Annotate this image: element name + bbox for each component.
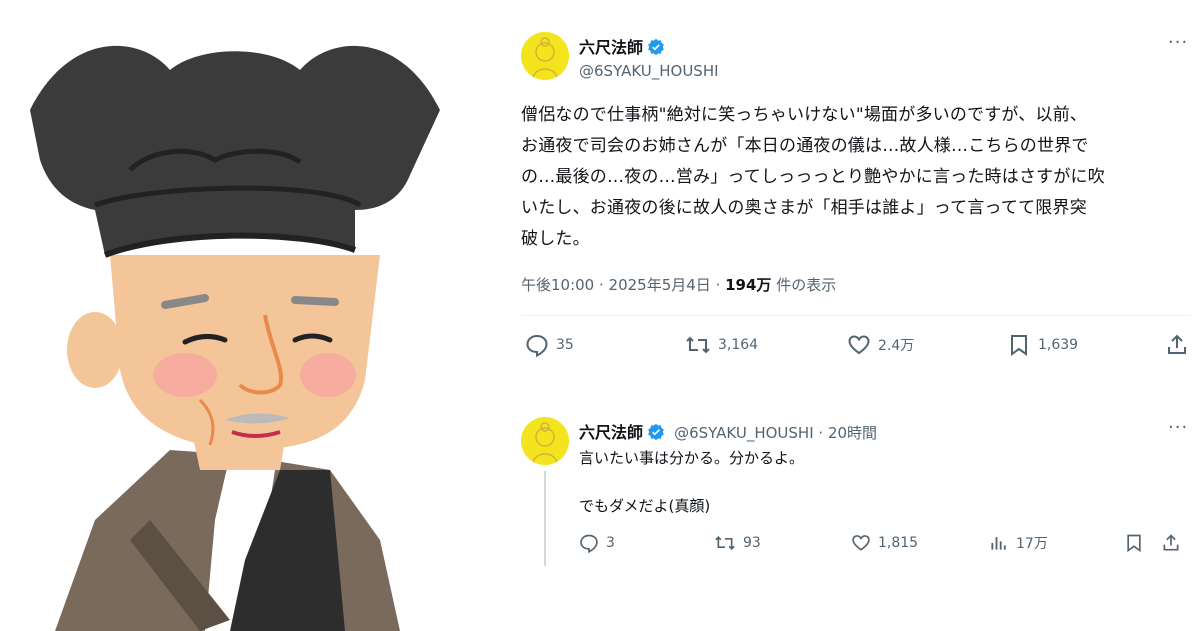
views-label: 件の表示	[771, 276, 837, 294]
reply-icon	[580, 534, 598, 553]
timestamp[interactable]: 午後10:00 · 2025年5月4日 ·	[521, 276, 725, 294]
handle-time[interactable]: @6SYAKU_HOUSHI · 20時間	[674, 424, 877, 442]
action-bar: 35 3,164 2.4万 1,639	[525, 330, 1186, 360]
reply-text-line2: でもダメだよ(真顔)	[579, 497, 711, 515]
tweet-text-line: 僧侶なので仕事柄"絶対に笑っちゃいけない"場面が多いのですが、以前、	[521, 105, 1088, 125]
bookmark-button[interactable]	[1124, 533, 1144, 553]
retweet-icon	[686, 336, 710, 354]
like-button[interactable]: 2.4万	[847, 333, 914, 357]
share-icon	[1168, 334, 1186, 354]
bookmark-icon	[1011, 335, 1027, 356]
share-button[interactable]	[1165, 333, 1189, 357]
retweet-button[interactable]: 93	[714, 533, 761, 553]
verified-icon	[648, 423, 664, 441]
reply-button[interactable]: 35	[525, 333, 574, 357]
like-count: 2.4万	[878, 338, 915, 354]
divider	[521, 315, 1191, 316]
display-name[interactable]: 六尺法師	[579, 38, 643, 57]
tweet-text-line: いたし、お通夜の後に故人の奥さまが「相手は誰よ」って言ってて限界突	[521, 198, 1087, 218]
avatar[interactable]	[521, 32, 569, 80]
retweet-button[interactable]: 3,164	[685, 333, 758, 357]
reply-count: 3	[606, 535, 615, 551]
views-count: 194万	[725, 276, 772, 294]
author-row: 六尺法師 @6SYAKU_HOUSHI	[579, 34, 719, 80]
tweet-text-line: お通夜で司会のお姉さんが「本日の通夜の儀は…故人様…こちらの世界で	[521, 136, 1089, 156]
like-count: 1,815	[878, 535, 919, 551]
like-button[interactable]: 1,815	[851, 533, 918, 553]
views-icon	[991, 537, 1006, 550]
retweet-icon	[715, 535, 735, 551]
reply-button[interactable]: 3	[579, 533, 615, 553]
tweet-text-line: 破した。	[521, 229, 590, 249]
share-button[interactable]	[1161, 533, 1181, 553]
reply-icon	[526, 334, 548, 357]
like-icon	[852, 535, 870, 551]
display-name[interactable]: 六尺法師	[579, 423, 643, 442]
bookmark-count: 1,639	[1038, 337, 1079, 353]
thread-line	[544, 471, 546, 566]
tweet-text-line: の…最後の…夜の…営み」ってしっっっとり艶やかに言った時はさすがに吹	[521, 167, 1105, 187]
buddha-avatar-icon	[521, 417, 569, 465]
more-icon[interactable]: ···	[1168, 417, 1188, 438]
avatar[interactable]	[521, 417, 569, 465]
handle[interactable]: @6SYAKU_HOUSHI	[579, 62, 719, 80]
buddha-avatar-icon	[521, 32, 569, 80]
more-icon[interactable]: ···	[1168, 32, 1188, 53]
tweet-text: 僧侶なので仕事柄"絶対に笑っちゃいけない"場面が多いのですが、以前、 お通夜で司…	[521, 100, 1200, 255]
views-button[interactable]: 17万	[989, 533, 1048, 553]
verified-icon	[648, 38, 664, 56]
bookmark-icon	[1127, 534, 1141, 553]
like-icon	[848, 335, 870, 355]
retweet-count: 93	[743, 535, 761, 551]
share-icon	[1163, 534, 1179, 551]
bookmark-button[interactable]: 1,639	[1007, 333, 1078, 357]
retweet-count: 3,164	[718, 337, 759, 353]
reply-action-bar: 3 93 1,815 17万	[579, 531, 1189, 555]
reply-count: 35	[556, 337, 574, 353]
reply-author-row: 六尺法師 @6SYAKU_HOUSHI · 20時間	[579, 419, 877, 443]
views-count: 17万	[1016, 536, 1048, 552]
reply-text-line1: 言いたい事は分かる。分かるよ。	[579, 449, 805, 467]
monk-illustration	[30, 45, 440, 631]
tweet-meta: 午後10:00 · 2025年5月4日 · 194万 件の表示	[521, 274, 836, 295]
